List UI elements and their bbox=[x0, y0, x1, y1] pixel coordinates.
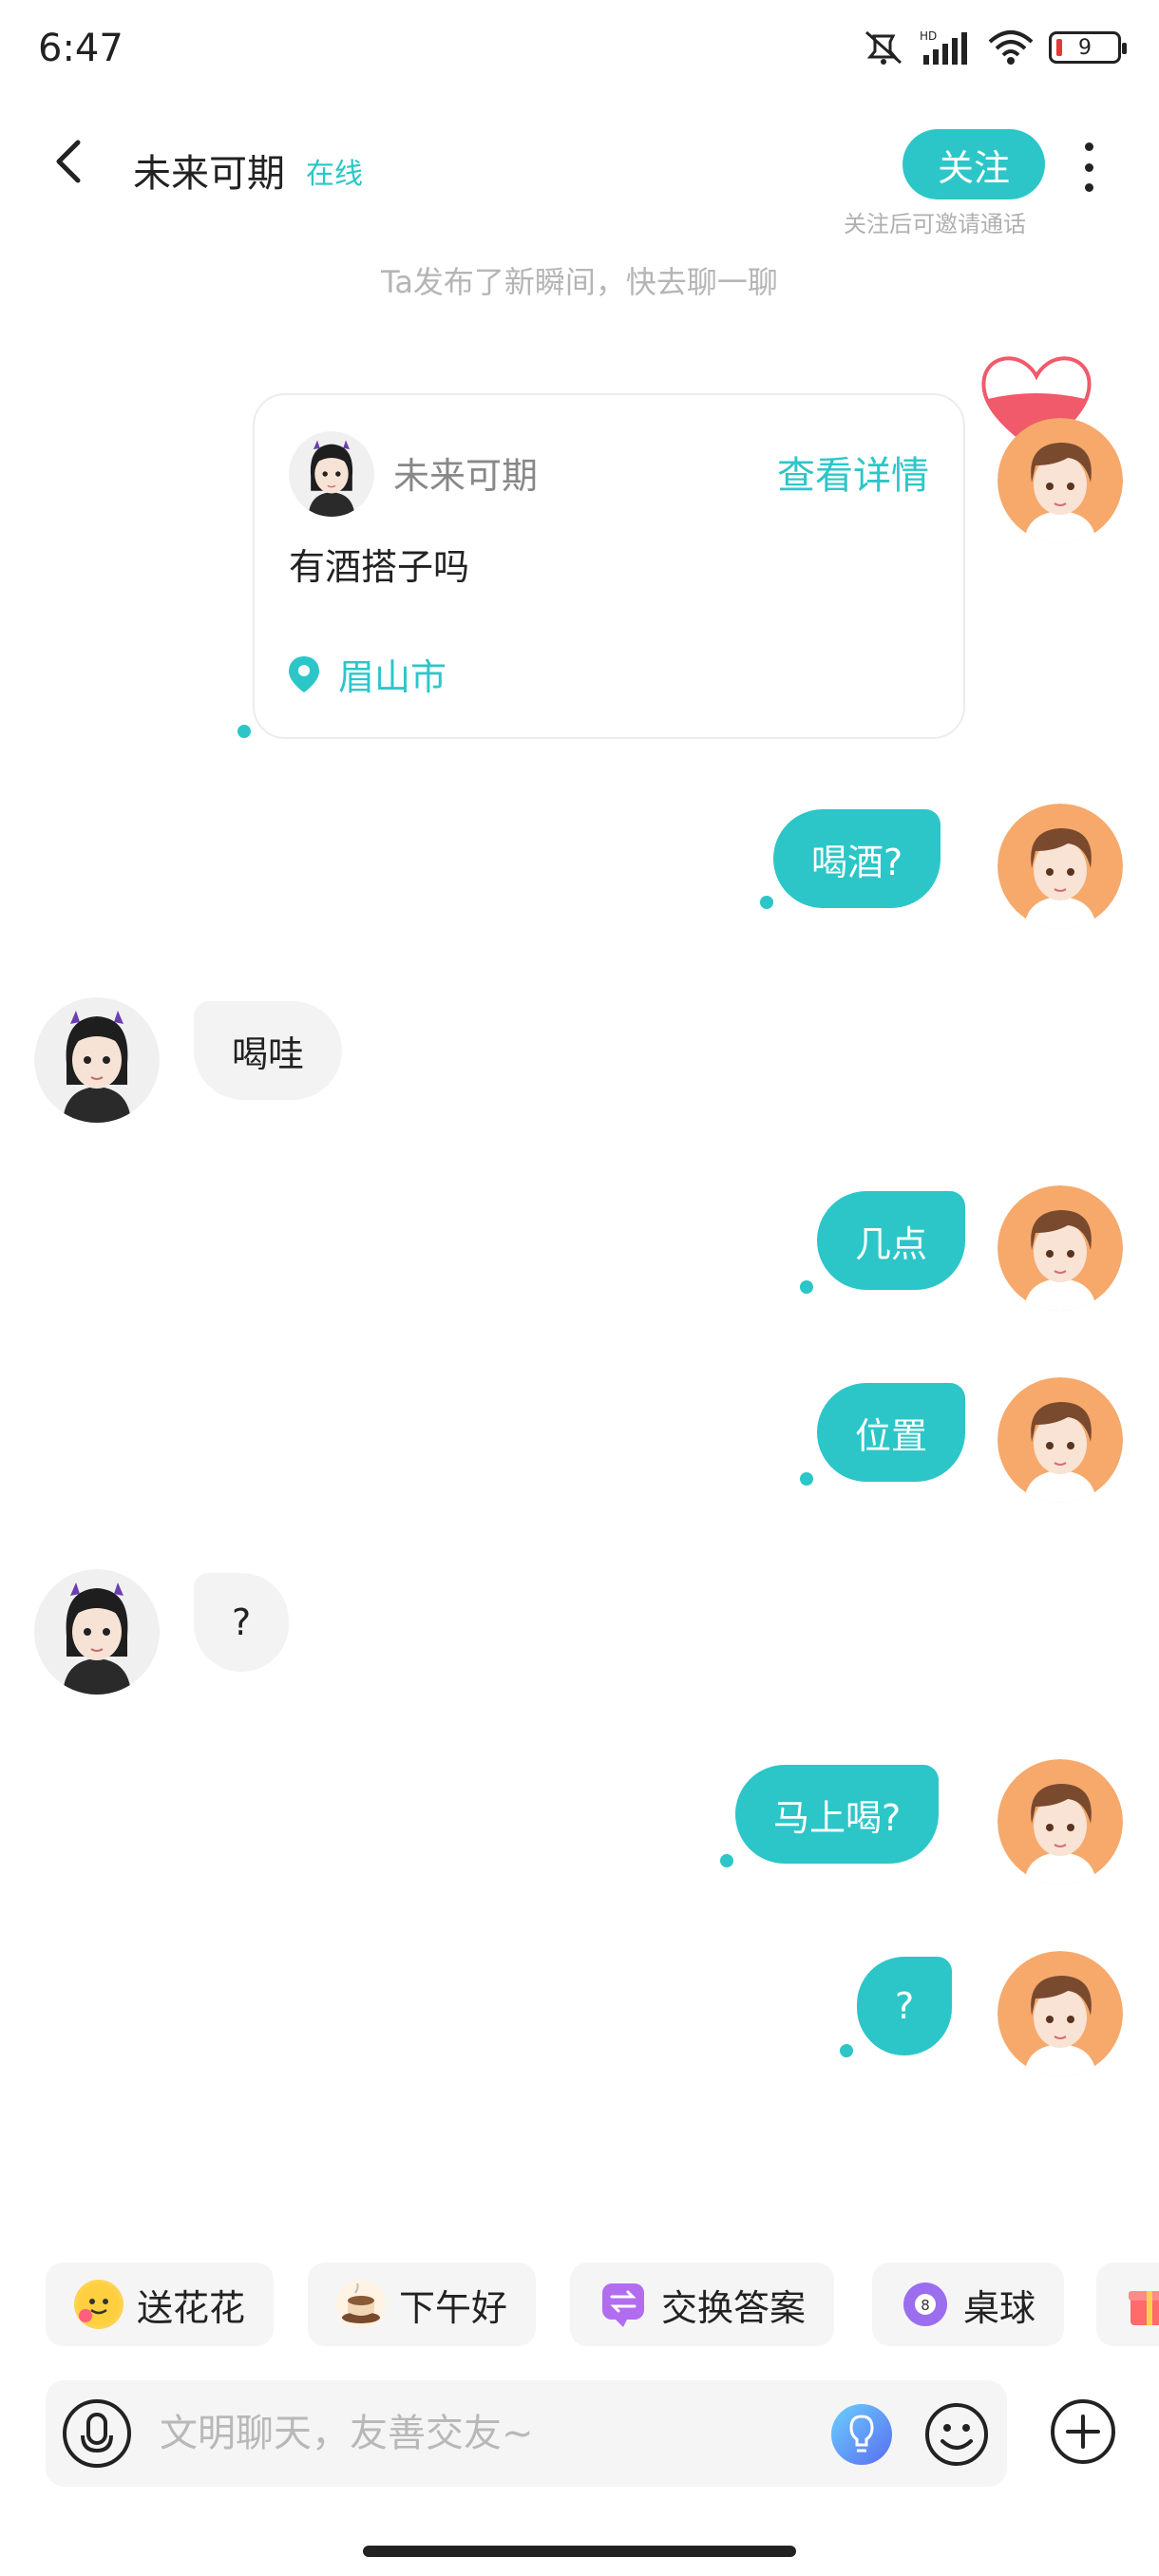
more-dot-icon bbox=[1084, 183, 1093, 192]
quick-reply-exchange-answers[interactable]: 交换答案 bbox=[570, 2263, 835, 2346]
girl-avatar-icon bbox=[34, 1569, 160, 1695]
status-bar: 6:47 HD 9 bbox=[0, 0, 1159, 104]
wifi-icon bbox=[988, 30, 1034, 65]
message-bubble-outgoing[interactable]: 几点 bbox=[817, 1191, 966, 1290]
moment-detail-link[interactable]: 查看详情 bbox=[777, 445, 929, 500]
svg-text:8: 8 bbox=[921, 2297, 930, 2314]
mute-icon bbox=[865, 30, 902, 65]
moment-author-avatar bbox=[289, 431, 374, 517]
boy-avatar-icon bbox=[998, 804, 1123, 929]
my-avatar[interactable] bbox=[998, 1185, 1123, 1311]
quick-reply-good-afternoon[interactable]: 下午好 bbox=[308, 2263, 537, 2346]
more-dot-icon bbox=[1084, 162, 1093, 172]
read-dot bbox=[720, 1854, 733, 1867]
status-icons: HD 9 bbox=[861, 28, 1127, 66]
more-options-button[interactable] bbox=[1070, 139, 1108, 196]
quick-reply-label: 交换答案 bbox=[661, 2286, 807, 2329]
moment-author-name: 未来可期 bbox=[393, 455, 539, 497]
contact-avatar[interactable] bbox=[34, 997, 160, 1123]
my-avatar[interactable] bbox=[998, 804, 1123, 929]
my-avatar[interactable] bbox=[998, 1377, 1123, 1503]
read-dot bbox=[800, 1280, 813, 1294]
my-avatar[interactable] bbox=[998, 1951, 1123, 2076]
moment-text: 有酒搭子吗 bbox=[289, 546, 470, 588]
read-dot bbox=[238, 725, 251, 738]
follow-button[interactable]: 关注 bbox=[902, 129, 1045, 199]
hd-signal-icon: HD bbox=[920, 29, 967, 65]
battery-icon: 9 bbox=[1049, 31, 1127, 64]
ai-assistant-button[interactable] bbox=[830, 2403, 893, 2466]
read-dot bbox=[760, 896, 773, 909]
more-dot-icon bbox=[1084, 142, 1093, 151]
location-pin-icon bbox=[289, 655, 319, 692]
message-input-bar bbox=[46, 2380, 1007, 2487]
message-bubble-outgoing[interactable]: 位置 bbox=[817, 1383, 966, 1482]
chat-title: 未来可期 bbox=[133, 152, 285, 196]
read-dot bbox=[800, 1472, 813, 1486]
billiard-ball-icon: 8 bbox=[901, 2280, 950, 2329]
boy-avatar-icon bbox=[998, 1951, 1123, 2076]
contact-avatar[interactable] bbox=[34, 1569, 160, 1695]
quick-reply-label: 送花花 bbox=[137, 2286, 246, 2329]
battery-value: 9 bbox=[1078, 35, 1092, 60]
quick-reply-billiards[interactable]: 8 桌球 bbox=[872, 2263, 1065, 2346]
boy-avatar-icon bbox=[998, 1185, 1123, 1311]
boy-avatar-icon bbox=[998, 1377, 1123, 1503]
back-button[interactable] bbox=[42, 133, 99, 190]
coffee-icon bbox=[336, 2280, 386, 2329]
my-avatar[interactable] bbox=[998, 1759, 1123, 1885]
message-bubble-incoming[interactable]: ? bbox=[194, 1573, 290, 1672]
quick-reply-send-flowers[interactable]: 送花花 bbox=[46, 2263, 275, 2346]
system-notice: Ta发布了新瞬间，快去聊一聊 bbox=[381, 264, 778, 300]
message-bubble-incoming[interactable]: 喝哇 bbox=[194, 1001, 343, 1100]
status-time: 6:47 bbox=[38, 27, 124, 70]
exchange-icon bbox=[598, 2280, 648, 2329]
emoji-button[interactable] bbox=[923, 2401, 990, 2468]
home-indicator[interactable] bbox=[363, 2546, 796, 2557]
add-attachment-button[interactable] bbox=[1049, 2397, 1117, 2466]
quick-reply-gift[interactable] bbox=[1096, 2263, 1159, 2346]
moment-location-text: 眉山市 bbox=[338, 656, 447, 698]
girl-avatar-icon bbox=[34, 997, 160, 1123]
my-avatar[interactable] bbox=[998, 418, 1123, 543]
message-input[interactable] bbox=[160, 2396, 844, 2472]
battery-level bbox=[1056, 39, 1062, 56]
moment-location: 眉山市 bbox=[287, 648, 446, 700]
quick-reply-label: 下午好 bbox=[399, 2286, 508, 2329]
quick-reply-bar: 送花花 下午好 交换答案 8 桌球 bbox=[46, 2263, 1159, 2346]
gift-icon bbox=[1125, 2280, 1159, 2329]
online-status-badge: 在线 bbox=[306, 158, 363, 191]
message-bubble-outgoing[interactable]: 马上喝? bbox=[735, 1765, 940, 1864]
boy-avatar-icon bbox=[998, 418, 1123, 543]
message-bubble-outgoing[interactable]: ? bbox=[857, 1957, 953, 2055]
chat-header: 未来可期 在线 关注 关注后可邀请通话 bbox=[0, 104, 1159, 247]
girl-avatar-icon bbox=[289, 431, 374, 517]
voice-input-button[interactable] bbox=[61, 2397, 133, 2470]
quick-reply-label: 桌球 bbox=[963, 2286, 1036, 2329]
svg-text:HD: HD bbox=[920, 29, 937, 43]
moment-card[interactable]: 未来可期 查看详情 有酒搭子吗 眉山市 bbox=[253, 393, 965, 739]
read-dot bbox=[840, 2044, 853, 2057]
flower-face-icon bbox=[74, 2280, 124, 2329]
follow-hint: 关注后可邀请通话 bbox=[844, 211, 1026, 237]
message-bubble-outgoing[interactable]: 喝酒? bbox=[773, 809, 941, 908]
boy-avatar-icon bbox=[998, 1759, 1123, 1885]
